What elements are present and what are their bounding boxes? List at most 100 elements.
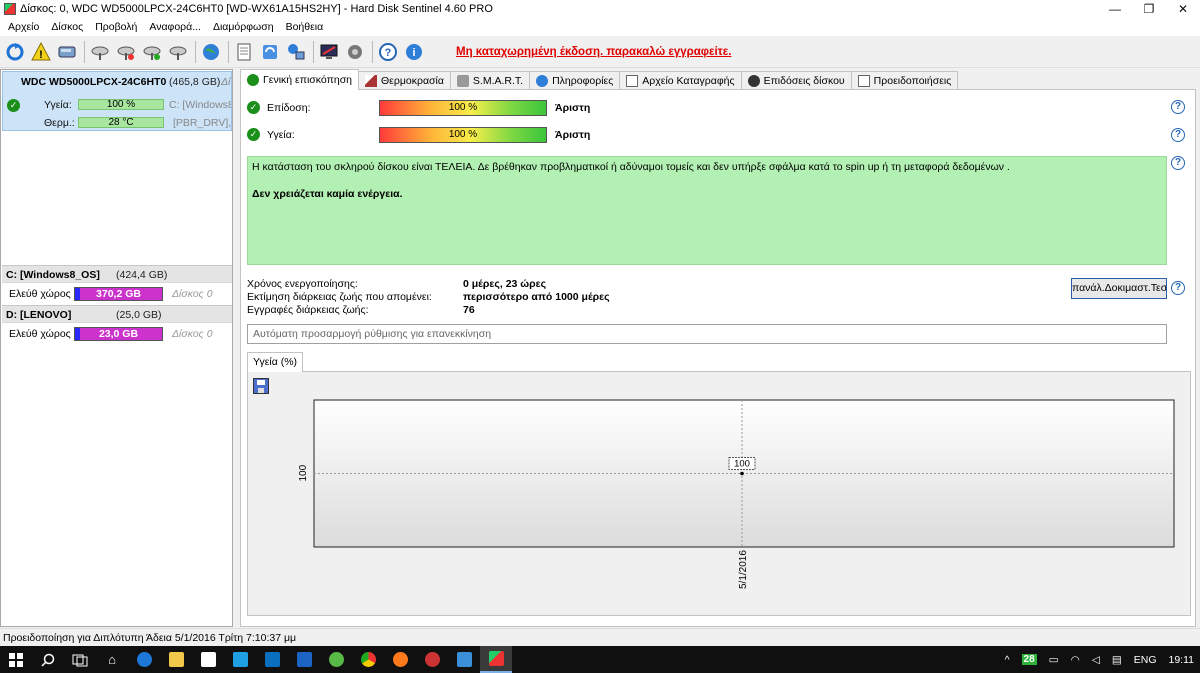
disk-number-label: Δί [221, 76, 231, 88]
unregistered-link[interactable]: Μη καταχωρημένη έκδοση. παρακαλώ εγγραφε… [456, 46, 731, 58]
green-app-icon[interactable] [320, 646, 352, 673]
task-view-icon[interactable] [64, 646, 96, 673]
tab-health-chart[interactable]: Υγεία (%) [247, 352, 303, 372]
folder-icon[interactable] [160, 646, 192, 673]
skype-icon[interactable] [224, 646, 256, 673]
partition-row-d[interactable]: Ελεύθ χώρος 23,0 GB Δίσκος 0 [2, 323, 232, 345]
volume-icon[interactable]: ◁ [1086, 654, 1106, 666]
disk-partitions-text: C: [Windows8_OS] [169, 99, 231, 111]
status-description: Η κατάσταση του σκληρού δίσκου είναι ΤΕΛ… [247, 156, 1167, 265]
tray-temperature-badge: 28 [1021, 654, 1037, 665]
search-icon[interactable] [32, 646, 64, 673]
keyboard-icon[interactable]: ▤ [1106, 654, 1128, 666]
hd-sentinel-taskbar-icon[interactable] [480, 646, 512, 673]
tab-label: Πληροφορίες [552, 75, 614, 87]
help-icon[interactable]: ? [1171, 128, 1185, 142]
network-icon[interactable] [284, 40, 308, 64]
health-bar: 100 % [379, 127, 547, 143]
health-row: ✓ Υγεία: 100 % Άριστη [247, 126, 1187, 144]
monitor-icon[interactable] [317, 40, 341, 64]
hd-sentinel-tray-icon[interactable]: 28 [1016, 654, 1043, 665]
disk-temp-bar: 28 °C [78, 117, 164, 128]
tab-alerts[interactable]: Προειδοποιήσεις [850, 71, 959, 90]
check-icon: ✓ [247, 101, 260, 114]
menu-disk[interactable]: Δίσκος [45, 21, 89, 33]
performance-rating: Άριστη [555, 102, 591, 114]
edge-icon[interactable] [128, 646, 160, 673]
auto-adjust-field[interactable]: Αυτόματη προσαρμογή ρύθμισης για επανεκκ… [247, 324, 1167, 344]
title-bar: Δίσκος: 0, WDC WD5000LPCX-24C6HT0 [WD-WX… [0, 0, 1200, 18]
performance-row: ✓ Επίδοση: 100 % Άριστη [247, 99, 1187, 117]
tab-information[interactable]: Πληροφορίες [529, 71, 621, 90]
chevron-up-icon[interactable]: ^ [999, 654, 1016, 666]
menu-help[interactable]: Βοήθεια [280, 21, 330, 33]
document-icon[interactable] [232, 40, 256, 64]
battery-icon[interactable]: ▭ [1043, 654, 1065, 666]
health-rating: Άριστη [555, 129, 591, 141]
partition-size: (424,4 GB) [116, 269, 168, 281]
info-icon[interactable]: i [402, 40, 426, 64]
firefox-icon[interactable] [384, 646, 416, 673]
menu-view[interactable]: Προβολή [89, 21, 143, 33]
speaker-icon[interactable] [343, 40, 367, 64]
wifi-icon[interactable]: ◠ [1065, 654, 1086, 666]
menu-report[interactable]: Αναφορά... [143, 21, 207, 33]
language-indicator[interactable]: ENG [1128, 654, 1163, 666]
writes-row: Εγγραφές διάρκειας ζωής: 76 [247, 304, 847, 317]
tab-overview[interactable]: Γενική επισκόπηση [240, 69, 360, 90]
chrome-icon[interactable] [352, 646, 384, 673]
toolbar-separator [195, 40, 196, 63]
writes-value: 76 [463, 304, 475, 316]
disk-card[interactable]: WDC WD5000LPCX-24C6HT0 (465,8 GB) Δί ✓ Υ… [2, 71, 232, 131]
refresh-icon[interactable] [3, 40, 27, 64]
tab-log[interactable]: Αρχείο Καταγραφής [619, 71, 742, 90]
sync-icon[interactable] [258, 40, 282, 64]
health-chart-panel: 100 5/1/2016 100 [247, 371, 1191, 616]
tab-performance[interactable]: Επιδόσεις δίσκου [740, 71, 852, 90]
start-icon[interactable] [0, 646, 32, 673]
test-button[interactable]: πανάλ.Δοκιμαστ.Τεστ [1071, 278, 1167, 299]
home-icon[interactable]: ⌂ [96, 646, 128, 673]
health-label: Υγεία: [267, 129, 295, 141]
close-button[interactable]: ✕ [1166, 0, 1200, 18]
help-icon[interactable]: ? [1171, 156, 1185, 170]
info-icon [536, 75, 549, 87]
partition-disk: Δίσκος 0 [172, 288, 213, 300]
svg-text:i: i [412, 47, 415, 59]
tab-strip: Γενική επισκόπηση Θερμοκρασία S.M.A.R.T.… [240, 69, 1200, 90]
menu-file[interactable]: Αρχείο [2, 21, 45, 33]
monitor-app-icon[interactable] [256, 646, 288, 673]
maximize-button[interactable]: ❐ [1132, 0, 1166, 18]
game-app-icon[interactable] [416, 646, 448, 673]
disk-icon[interactable] [55, 40, 79, 64]
satellite-add-icon[interactable] [114, 40, 138, 64]
help-icon[interactable]: ? [1171, 281, 1185, 295]
satellite-icon[interactable] [88, 40, 112, 64]
tab-label: S.M.A.R.T. [472, 75, 524, 87]
tab-smart[interactable]: S.M.A.R.T. [449, 71, 531, 90]
meet-icon[interactable] [288, 646, 320, 673]
help-icon[interactable]: ? [376, 40, 400, 64]
id-app-icon[interactable] [448, 646, 480, 673]
warning-icon[interactable]: ! [29, 40, 53, 64]
partition-row-c[interactable]: Ελεύθ χώρος 370,2 GB Δίσκος 0 [2, 283, 232, 305]
partition-header-c[interactable]: C: [Windows8_OS] (424,4 GB) [2, 265, 232, 283]
menu-configuration[interactable]: Διαμόρφωση [207, 21, 280, 33]
menu-bar: Αρχείο Δίσκος Προβολή Αναφορά... Διαμόρφ… [0, 18, 1200, 36]
toolbar-separator [84, 40, 85, 63]
system-tray: ^ 28 ▭ ◠ ◁ ▤ ENG 19:11 [999, 646, 1200, 673]
svg-text:!: ! [39, 49, 43, 61]
status-text: Η κατάσταση του σκληρού δίσκου είναι ΤΕΛ… [252, 161, 1010, 173]
partition-header-d[interactable]: D: [LENOVO] (25,0 GB) [2, 305, 232, 323]
tab-temperature[interactable]: Θερμοκρασία [358, 71, 451, 90]
clock[interactable]: 19:11 [1163, 654, 1200, 666]
free-space-label: Ελεύθ χώρος [9, 328, 71, 340]
minimize-button[interactable]: — [1098, 0, 1132, 18]
globe-icon[interactable] [199, 40, 223, 64]
help-icon[interactable]: ? [1171, 100, 1185, 114]
store-icon[interactable] [192, 646, 224, 673]
performance-label: Επίδοση: [267, 102, 311, 114]
satellite-check-icon[interactable] [140, 40, 164, 64]
satellite-remove-icon[interactable] [166, 40, 190, 64]
disk-health-bar: 100 % [78, 99, 164, 110]
